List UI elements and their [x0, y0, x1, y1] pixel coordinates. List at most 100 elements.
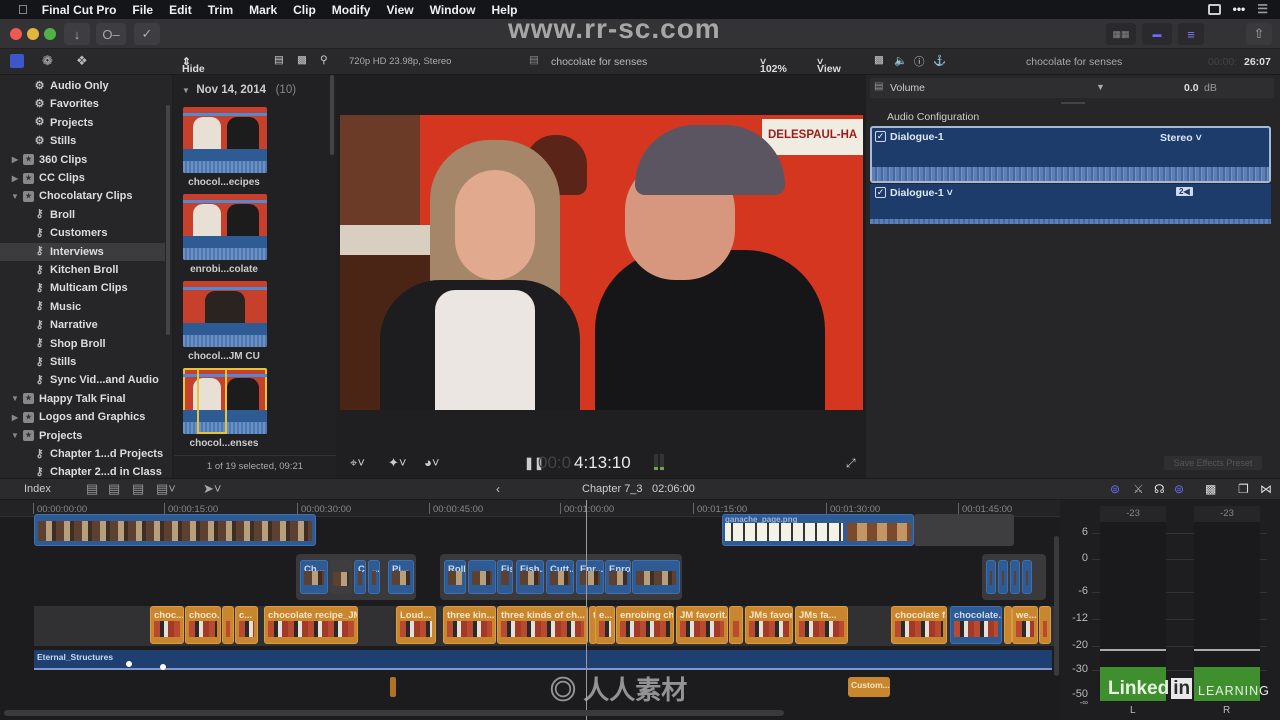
crop-tool-icon[interactable]: ⌖˅: [350, 455, 365, 471]
connected-clip[interactable]: [468, 560, 496, 594]
show-inspector-button[interactable]: ≡: [1178, 23, 1204, 45]
show-timeline-button[interactable]: ▬: [1142, 23, 1172, 45]
volume-slider-knob[interactable]: ▼: [1096, 82, 1105, 92]
clip-appearance-icon[interactable]: ▩: [1205, 482, 1216, 496]
primary-clip[interactable]: JMs favor...: [745, 606, 793, 644]
minimize-window-button[interactable]: [27, 28, 39, 40]
libraries-icon[interactable]: [10, 54, 24, 68]
titles-generators-icon[interactable]: ❖: [76, 53, 88, 69]
connected-clip[interactable]: Rolli...: [444, 560, 466, 594]
share-button[interactable]: ⇧: [1246, 23, 1272, 45]
primary-clip[interactable]: choc...: [150, 606, 184, 644]
apple-menu-icon[interactable]: : [18, 2, 28, 17]
disclosure-open-icon[interactable]: ▼: [10, 394, 20, 403]
search-icon[interactable]: ⚲: [320, 54, 328, 66]
retime-speed-icon[interactable]: ◕˅: [424, 455, 439, 470]
sidebar-item[interactable]: ⚷ Broll: [0, 206, 165, 224]
sidebar-item[interactable]: ⚙ Audio Only: [0, 77, 165, 95]
fullscreen-icon[interactable]: ⤢: [846, 456, 856, 471]
connected-clip[interactable]: [998, 560, 1008, 594]
sidebar-item[interactable]: ⚷ Interviews: [0, 242, 165, 261]
audio-channel-row[interactable]: ✓ Dialogue-1 Stereo ˅: [870, 126, 1271, 183]
storyline-clip[interactable]: ganache_page.png: [722, 514, 914, 546]
import-button[interactable]: ↓: [64, 23, 90, 45]
primary-clip[interactable]: c...: [235, 606, 258, 644]
primary-clip[interactable]: [1039, 606, 1051, 644]
sidebar-item[interactable]: ▶ ★ Logos and Graphics: [0, 408, 165, 426]
insert-clip-icon[interactable]: ▤: [108, 481, 120, 497]
sidebar-item[interactable]: ▶ ★ 360 Clips: [0, 151, 165, 169]
sidebar-item[interactable]: ⚷ Chapter 1...d Projects: [0, 445, 165, 463]
clip-thumbnail[interactable]: [183, 281, 267, 347]
primary-clip[interactable]: Loud...: [396, 606, 436, 644]
select-tool-icon[interactable]: ➤˅: [203, 481, 221, 497]
connected-clip[interactable]: [632, 560, 680, 594]
filter-dropdown[interactable]: Hide Rejected ⇕: [182, 56, 226, 87]
connected-clip[interactable]: Enrobing...: [605, 560, 631, 594]
playhead-timecode[interactable]: 4:13:10: [574, 453, 631, 473]
view-dropdown[interactable]: View ˅: [817, 56, 841, 75]
video-frame[interactable]: DELESPAUL-HA: [340, 115, 863, 410]
zoom-dropdown[interactable]: 102% ˅: [760, 56, 787, 75]
connected-clip[interactable]: Ch...: [300, 560, 328, 594]
connected-clip[interactable]: Fish...: [516, 560, 544, 594]
menu-clip[interactable]: Clip: [293, 3, 316, 17]
zoom-window-button[interactable]: [44, 28, 56, 40]
sidebar-item[interactable]: ⚙ Projects: [0, 114, 165, 132]
sidebar-item[interactable]: ⚙ Favorites: [0, 95, 165, 113]
headphones-icon[interactable]: ☊: [1154, 482, 1165, 496]
primary-clip[interactable]: we...: [1012, 606, 1038, 644]
audio-inspector-tab[interactable]: 🔈: [894, 54, 907, 67]
sidebar-item[interactable]: ⚷ Multicam Clips: [0, 279, 165, 297]
channel-dropdown[interactable]: Dialogue-1 ˅: [890, 187, 953, 199]
channel-checkbox[interactable]: ✓: [875, 187, 886, 198]
video-inspector-tab[interactable]: ▩: [874, 54, 884, 66]
disclosure-closed-icon[interactable]: ▶: [10, 174, 20, 183]
timeline-index-button[interactable]: Index: [24, 483, 51, 495]
connected-clip[interactable]: [1010, 560, 1020, 594]
primary-clip[interactable]: three kinds of ch...: [497, 606, 588, 644]
menu-edit[interactable]: Edit: [169, 3, 192, 17]
save-effects-preset-button[interactable]: Save Effects Preset: [1164, 456, 1262, 470]
selection-range[interactable]: [197, 368, 227, 434]
sidebar-item[interactable]: ⚷ Stills: [0, 353, 165, 371]
primary-clip[interactable]: chocolate recipe_JM...: [264, 606, 358, 644]
primary-clip[interactable]: JM favorit...: [676, 606, 728, 644]
connect-clip-icon[interactable]: ▤: [86, 481, 98, 497]
clip-thumbnail-selected[interactable]: [183, 368, 267, 434]
menu-view[interactable]: View: [386, 3, 413, 17]
transitions-browser-icon[interactable]: ⋈: [1260, 482, 1272, 496]
primary-clip[interactable]: choco...: [185, 606, 221, 644]
keyframe-handle[interactable]: [126, 661, 132, 667]
effects-browser-icon[interactable]: ❐: [1238, 482, 1249, 496]
gap-clip[interactable]: [914, 514, 1014, 546]
connected-clip[interactable]: Enr...: [576, 560, 604, 594]
sidebar-item[interactable]: ▼ ★ Projects: [0, 427, 165, 445]
disclosure-open-icon[interactable]: ▼: [10, 431, 20, 440]
primary-clip[interactable]: [222, 606, 234, 644]
primary-clip[interactable]: chocolate f...: [891, 606, 947, 644]
audio-skimming-icon[interactable]: ⚔: [1133, 482, 1144, 496]
sidebar-item[interactable]: ⚷ Chapter 2...d in Class: [0, 463, 165, 478]
menu-modify[interactable]: Modify: [332, 3, 371, 17]
timeline-back-icon[interactable]: ‹: [496, 482, 500, 496]
connected-clip[interactable]: [330, 560, 352, 594]
connected-clip[interactable]: Fis...: [497, 560, 513, 594]
share-inspector-tab[interactable]: ⚓: [933, 54, 946, 67]
sidebar-item[interactable]: ⚷ Music: [0, 298, 165, 316]
menu-window[interactable]: Window: [430, 3, 476, 17]
menu-file[interactable]: File: [132, 3, 153, 17]
show-browser-button[interactable]: ▦▦: [1106, 23, 1136, 45]
list-icon[interactable]: ☰: [1257, 2, 1268, 16]
audio-channel-row[interactable]: ✓ Dialogue-1 ˅ 2◀: [870, 184, 1271, 224]
timeline[interactable]: 00:00:00:00 00:00:15:00 00:00:30:00 00:00:4…: [0, 500, 1060, 720]
disclosure-closed-icon[interactable]: ▶: [10, 413, 20, 422]
sidebar-item[interactable]: ▼ ★ Happy Talk Final: [0, 390, 165, 408]
sidebar-item[interactable]: ⚷ Shop Broll: [0, 335, 165, 353]
primary-clip[interactable]: [1004, 606, 1012, 644]
sidebar-item[interactable]: ⚷ Sync Vid...and Audio: [0, 371, 165, 389]
video-skimming-icon[interactable]: ⊜: [1110, 482, 1120, 496]
volume-value[interactable]: 0.0: [1184, 82, 1199, 94]
connected-clip[interactable]: ...: [368, 560, 380, 594]
browser-scrollbar[interactable]: [330, 75, 334, 155]
